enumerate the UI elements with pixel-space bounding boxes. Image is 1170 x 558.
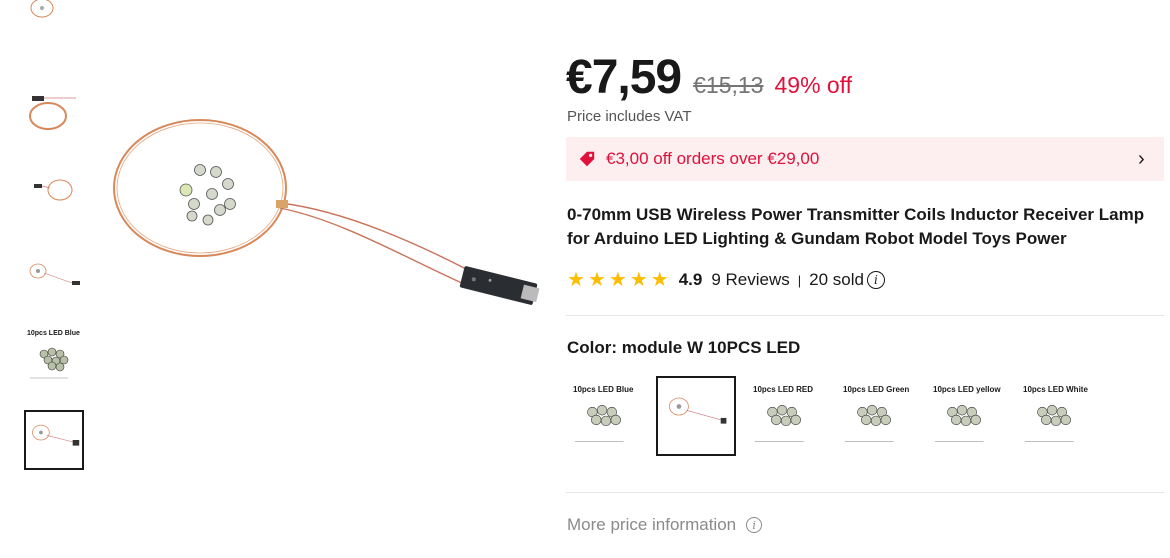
color-option-label: 10pcs LED RED: [753, 385, 814, 394]
rating-row: ★ ★ ★ ★ ★ 4.9 9 Reviews | 20 sold i: [567, 270, 885, 290]
thumbnail-1[interactable]: [24, 0, 84, 30]
star-rating: ★ ★ ★ ★ ★: [567, 270, 669, 290]
color-option-label: 10pcs LED Green: [843, 385, 910, 394]
rating-value: 4.9: [678, 270, 703, 289]
color-options: 10pcs LED Blue 10pcs LED RED 10pcs LED G…: [566, 376, 1096, 456]
thumbnail-6-selected[interactable]: [24, 410, 84, 470]
thumbnail-3[interactable]: [24, 160, 84, 220]
thumbnail-4[interactable]: [24, 243, 84, 303]
main-product-image[interactable]: [100, 100, 550, 330]
star-icon: ★: [629, 269, 648, 291]
chevron-right-icon: ›: [1138, 147, 1145, 170]
color-option-yellow[interactable]: 10pcs LED yellow: [926, 376, 1006, 456]
coupon-banner[interactable]: €3,00 off orders over €29,00 ›: [566, 137, 1164, 181]
sold-count: 20 sold: [809, 270, 864, 289]
color-option-module-w[interactable]: [656, 376, 736, 456]
color-option-blue[interactable]: 10pcs LED Blue: [566, 376, 646, 456]
star-icon: ★: [650, 269, 669, 291]
star-icon: ★: [567, 269, 585, 291]
info-icon[interactable]: i: [866, 271, 885, 289]
divider: [566, 492, 1164, 493]
thumbnail-label: 10pcs LED Blue: [27, 330, 80, 337]
current-price: €7,59: [566, 51, 682, 104]
discount-badge: 49% off: [774, 72, 853, 98]
more-price-information[interactable]: More price information i: [567, 515, 763, 535]
color-option-green[interactable]: 10pcs LED Green: [836, 376, 916, 456]
reviews-link[interactable]: 9 Reviews: [711, 270, 789, 290]
product-title: 0-70mm USB Wireless Power Transmitter Co…: [567, 205, 1145, 248]
info-icon[interactable]: i: [746, 517, 763, 533]
star-icon: ★: [608, 269, 627, 291]
separator: |: [797, 272, 802, 288]
color-option-label: 10pcs LED yellow: [933, 385, 1001, 394]
price-row: €7,59 €15,13 49% off: [566, 50, 852, 105]
color-option-label: 10pcs LED White: [1023, 385, 1088, 394]
coupon-text: €3,00 off orders over €29,00: [606, 149, 820, 168]
original-price: €15,13: [693, 72, 764, 98]
thumbnail-5[interactable]: 10pcs LED Blue: [24, 326, 84, 386]
color-selection-label: Color: module W 10PCS LED: [567, 338, 801, 357]
color-option-red[interactable]: 10pcs LED RED: [746, 376, 826, 456]
tag-icon: [578, 150, 596, 168]
vat-note: Price includes VAT: [567, 108, 692, 125]
color-option-label: 10pcs LED Blue: [573, 385, 634, 394]
divider: [566, 315, 1164, 316]
more-price-label: More price information: [567, 515, 737, 534]
color-option-white[interactable]: 10pcs LED White: [1016, 376, 1096, 456]
star-icon: ★: [587, 269, 606, 291]
thumbnail-2[interactable]: [24, 86, 84, 146]
